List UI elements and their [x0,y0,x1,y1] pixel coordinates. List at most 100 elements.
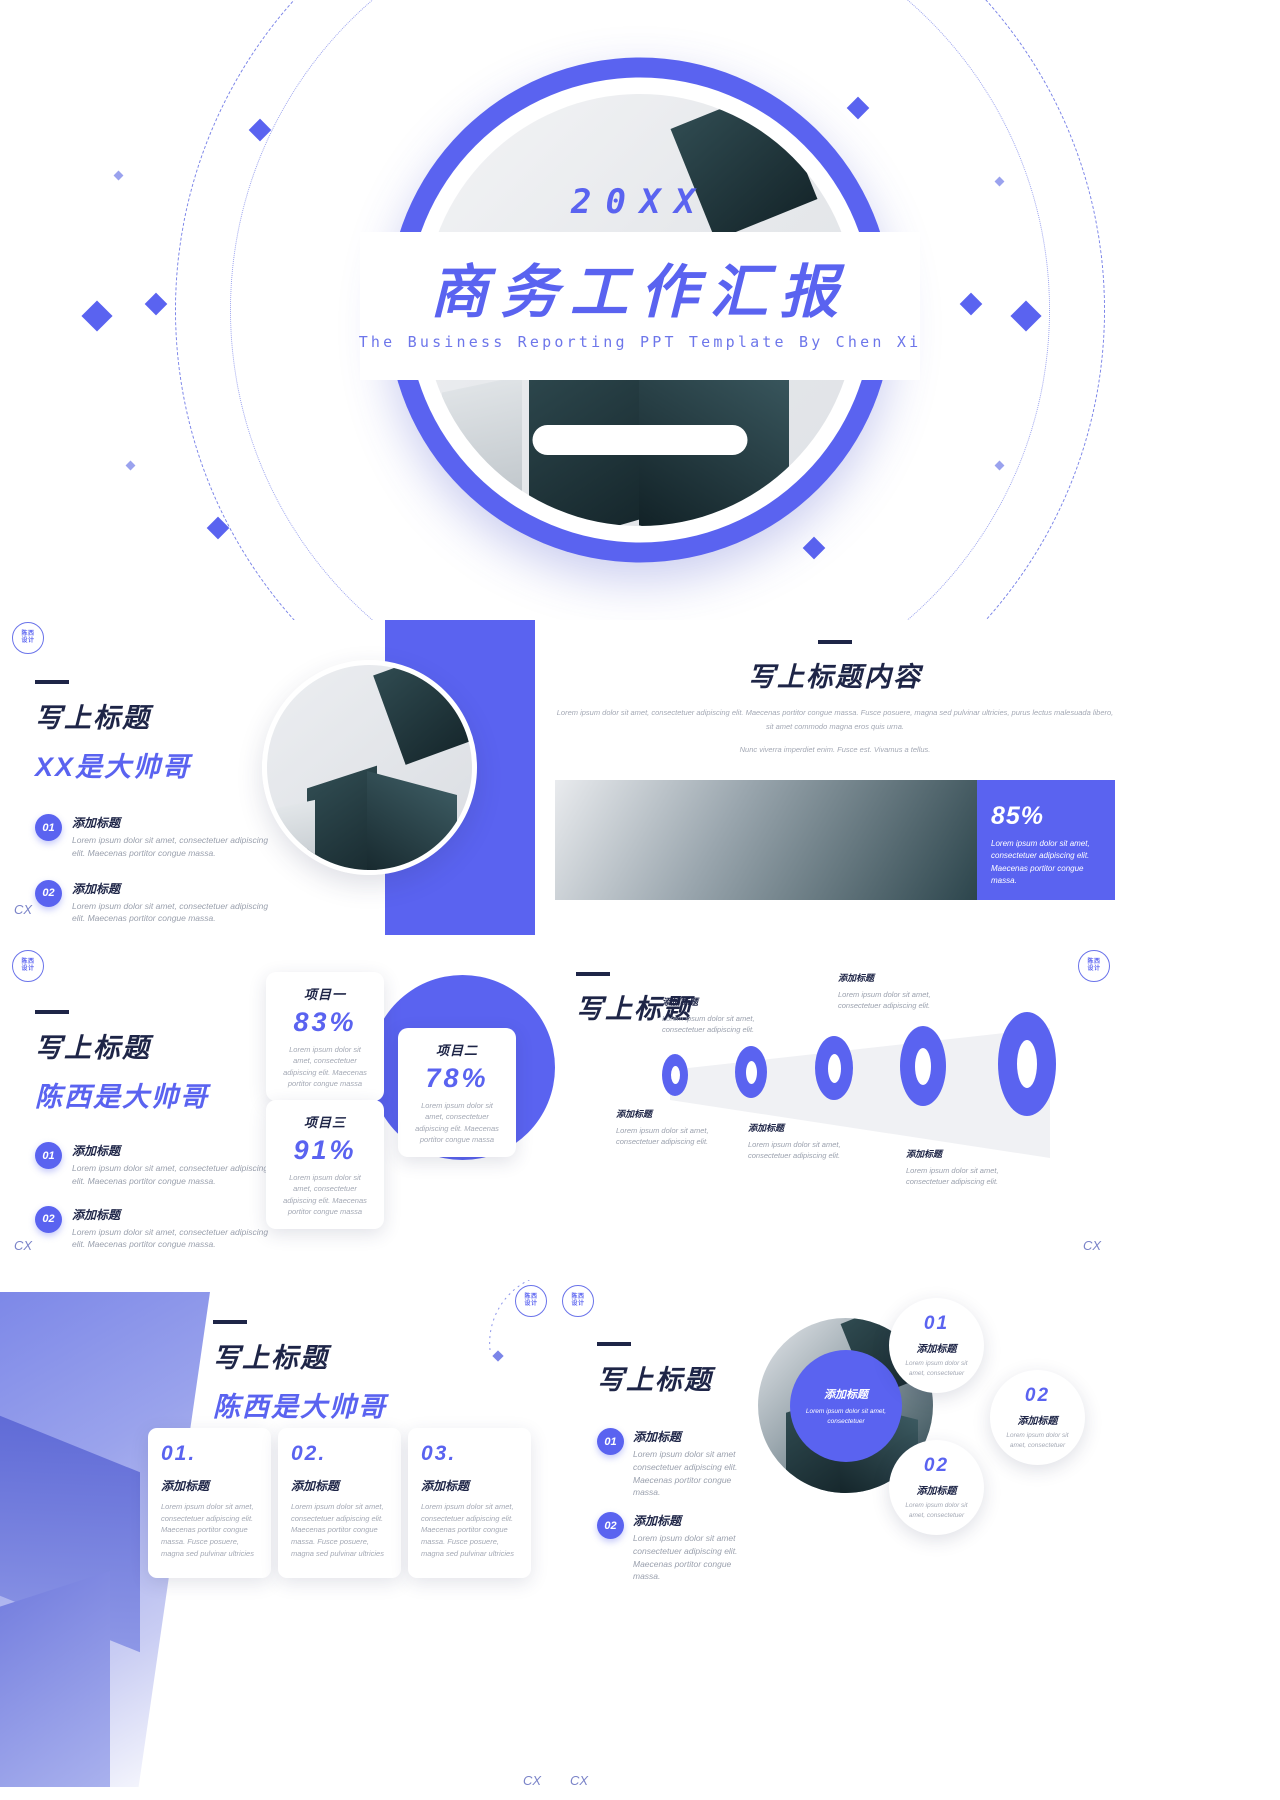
slide-two-right-column: 写上标题内容 Lorem ipsum dolor sit amet, conse… [555,640,1115,757]
funnel-label-body: Lorem ipsum dolor sit amet, consectetuer… [838,989,931,1010]
funnel-label: 添加标题 Lorem ipsum dolor sit amet, consect… [838,972,934,1011]
funnel-label-title: 添加标题 [616,1109,653,1119]
slide-three-subtitle: 陈西是大帅哥 [35,1082,209,1112]
funnel-label-title: 添加标题 [906,1149,943,1159]
stat-card[interactable]: 项目二 78% Lorem ipsum dolor sit amet, cons… [398,1028,516,1157]
eyebrow-rule [35,1010,69,1014]
list-item[interactable]: 02 添加标题 Lorem ipsum dolor sit amet, cons… [35,1205,275,1252]
stat-card-title: 项目一 [303,987,346,1002]
decorative-dashed-arc [489,1280,531,1351]
funnel-ring[interactable] [735,1046,767,1098]
eyebrow-rule [597,1342,631,1346]
cx-watermark: CX [14,1238,33,1253]
photo-building-shape [0,1570,110,1787]
orbit-bubble-body: Lorem ipsum dolor sit amet, consectetuer [905,1502,968,1519]
designer-stamp: 陈西 设计 [12,950,44,982]
decorative-dot [113,170,124,181]
stat-percentage: 85% [991,802,1045,830]
funnel-ring[interactable] [662,1054,688,1096]
bullet-title: 添加标题 [72,1207,121,1222]
cover-subtitle: The Business Reporting PPT Template By C… [358,332,922,351]
info-card-number: 01. [161,1442,197,1465]
cover-year: 20XX [571,182,709,222]
list-item[interactable]: 01 添加标题 Lorem ipsum dolor sit amet, cons… [35,1142,275,1188]
center-bubble-body: Lorem ipsum dolor sit amet, consectetuer [805,1407,887,1425]
info-card[interactable]: 03. 添加标题 Lorem ipsum dolor sit amet, con… [408,1428,531,1578]
orbit-bubble-body: Lorem ipsum dolor sit amet, consectetuer [1006,1432,1069,1449]
stat-body: Lorem ipsum dolor sit amet, consectetuer… [991,839,1090,886]
info-card[interactable]: 02. 添加标题 Lorem ipsum dolor sit amet, con… [278,1428,401,1578]
photo-building-shape [367,770,457,870]
list-item[interactable]: 01 添加标题 Lorem ipsum dolor sit amet conse… [597,1428,757,1499]
bullet-body: Lorem ipsum dolor sit amet, consectetuer… [72,1226,269,1250]
cx-watermark: CX [1083,1238,1102,1253]
stat-card-title: 项目三 [303,1115,346,1130]
orbit-bubble-number: 02 [1024,1385,1051,1407]
cover-title: 商务工作汇报 [429,260,850,326]
orbit-bubble[interactable]: 02 添加标题 Lorem ipsum dolor sit amet, cons… [889,1440,984,1535]
decorative-dot [125,460,136,471]
bullet-body: Lorem ipsum dolor sit amet consectetuer … [633,1449,738,1498]
stat-panel: 85% Lorem ipsum dolor sit amet, consecte… [977,780,1115,900]
decorative-diamond [81,300,113,332]
slide-two-photo-banner [555,780,977,900]
slide-three: 陈西 设计 陈西 设计 CX CX 写上标题 陈西是大帅哥 01 添加标题 Lore… [0,950,1280,1280]
slide-three-title: 写上标题 [35,1033,151,1063]
orbit-bubble-body: Lorem ipsum dolor sit amet, consectetuer [905,1360,968,1377]
bullet-body: Lorem ipsum dolor sit amet consectetuer … [633,1533,738,1582]
stat-card-body: Lorem ipsum dolor sit amet, consectetuer… [283,1045,367,1088]
slide-three-text-column: 写上标题 陈西是大帅哥 01 添加标题 Lorem ipsum dolor si… [35,1010,275,1251]
eyebrow-rule [576,972,610,976]
funnel-label-body: Lorem ipsum dolor sit amet, consectetuer… [662,1013,755,1034]
cover-stage: 20XX 商务工作汇报 The Business Reporting PPT T… [0,0,1280,620]
info-card[interactable]: 01. 添加标题 Lorem ipsum dolor sit amet, con… [148,1428,271,1578]
funnel-ring[interactable] [815,1036,853,1100]
stat-card[interactable]: 项目三 91% Lorem ipsum dolor sit amet, cons… [266,1100,384,1229]
info-card-body: Lorem ipsum dolor sit amet, consectetuer… [421,1502,514,1558]
bullet-title: 添加标题 [72,816,121,830]
slide-four-title: 写上标题 [213,1343,329,1373]
bullet-title: 添加标题 [72,1144,121,1158]
info-card-number: 02. [291,1442,327,1465]
bullet-title: 添加标题 [633,1514,682,1528]
orbit-bubble-title: 添加标题 [916,1344,957,1356]
cx-watermark: CX [14,902,33,917]
info-card-number: 03. [421,1442,457,1465]
orbit-bubble-number: 01 [923,1313,950,1335]
funnel-ring[interactable] [998,1012,1056,1116]
bullet-body: Lorem ipsum dolor sit amet, consectetuer… [72,835,269,858]
funnel-label-title: 添加标题 [662,997,699,1007]
stat-card-percentage: 91% [293,1135,357,1165]
slide-five-heading: 写上标题 [597,1342,713,1397]
info-card-body: Lorem ipsum dolor sit amet, consectetuer… [291,1502,384,1558]
cover-slide: 20XX 商务工作汇报 The Business Reporting PPT T… [0,0,1280,620]
funnel-label: 添加标题 Lorem ipsum dolor sit amet, consect… [748,1122,844,1161]
orbit-bubble[interactable]: 02 添加标题 Lorem ipsum dolor sit amet, cons… [990,1370,1085,1465]
bullet-number: 02 [35,879,62,907]
info-card-title: 添加标题 [291,1479,340,1493]
bullet-number: 01 [35,1142,62,1169]
info-card-title: 添加标题 [421,1479,470,1493]
bullet-number: 01 [35,814,62,841]
decorative-diamond [144,292,168,316]
list-item[interactable]: 02 添加标题 Lorem ipsum dolor sit amet conse… [597,1512,757,1583]
orbit-bubble[interactable]: 01 添加标题 Lorem ipsum dolor sit amet, cons… [889,1298,984,1393]
slide-five-center-bubble[interactable]: 添加标题 Lorem ipsum dolor sit amet, consect… [790,1350,902,1462]
slide-two-paragraph-1: Lorem ipsum dolor sit amet, consectetuer… [556,708,1114,731]
orbit-bubble-number: 02 [923,1455,950,1477]
cover-title-band: 商务工作汇报 The Business Reporting PPT Templa… [358,232,922,380]
slide-five-title: 写上标题 [597,1365,713,1395]
funnel-ring[interactable] [900,1026,946,1106]
list-item[interactable]: 01 添加标题 Lorem ipsum dolor sit amet, cons… [35,814,275,860]
orbit-bubble-title: 添加标题 [916,1486,957,1498]
bullet-body: Lorem ipsum dolor sit amet, consectetuer… [72,1163,269,1186]
slide-two-text-column: 写上标题 XX是大帅哥 01 添加标题 Lorem ipsum dolor si… [35,680,275,925]
list-item[interactable]: 02 添加标题 Lorem ipsum dolor sit amet, cons… [35,879,275,926]
slide-two: 陈西 设计 CX 写上标题 XX是大帅哥 01 添加标题 Lorem ipsum … [0,620,1280,950]
slide-two-title: 写上标题 [35,703,151,733]
funnel-label-title: 添加标题 [748,1123,785,1133]
center-bubble-title: 添加标题 [824,1388,868,1401]
stat-card[interactable]: 项目一 83% Lorem ipsum dolor sit amet, cons… [266,972,384,1101]
stat-card-body: Lorem ipsum dolor sit amet, consectetuer… [415,1101,499,1144]
slide-two-right-title: 写上标题内容 [748,662,922,692]
